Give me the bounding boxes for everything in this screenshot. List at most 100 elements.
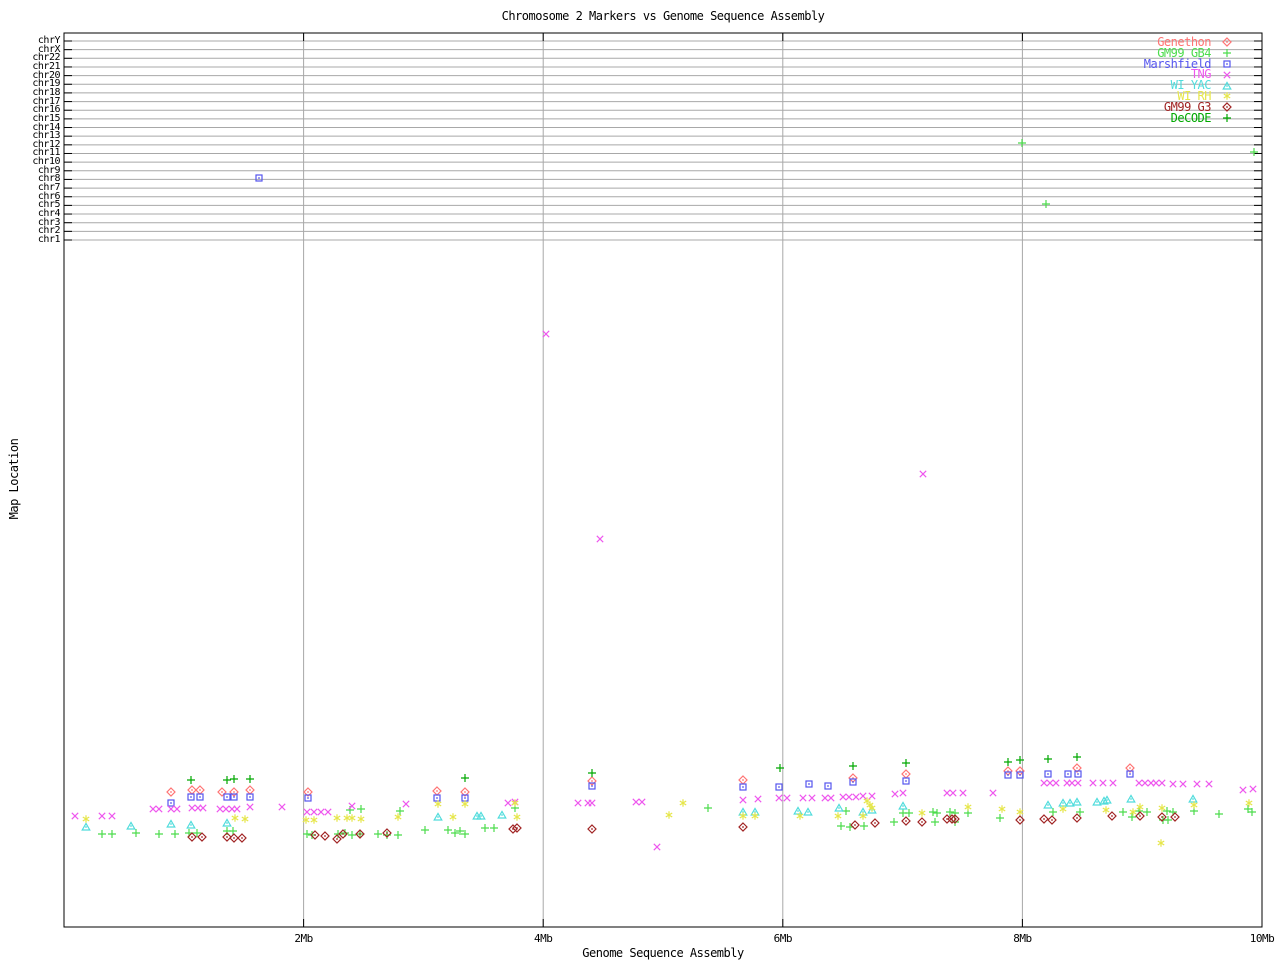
data-point-gm99_gb4 [1215,810,1223,818]
data-point-marshfield [187,793,195,801]
data-point-tng [919,470,927,478]
data-point-marshfield [1074,770,1082,778]
data-point-gm99_gb4 [132,829,140,837]
data-point-tng [852,793,860,801]
data-point-gm99_gb4 [1119,808,1127,816]
data-point-tng [891,790,899,798]
data-point-genethon [187,785,197,795]
series-tng [71,330,1257,851]
data-point-marshfield [223,793,231,801]
data-point-gm99_gb4 [1143,808,1151,816]
data-point-gm99_gb4 [1163,807,1171,815]
legend-item-marshfield: Marshfield [1144,58,1236,69]
data-point-gm99_g3 [332,834,342,844]
data-point-tng [1109,779,1117,787]
series-gm99_gb4 [98,139,1258,839]
data-point-wi_yac [186,820,196,829]
data-point-gm99_gb4 [394,831,402,839]
data-point-genethon [166,787,176,797]
data-point-tng [739,796,747,804]
data-point-tng [959,789,967,797]
data-point-wi_rh [679,799,687,807]
data-point-tng [246,803,254,811]
data-point-wi_yac [81,822,91,831]
data-point-tng [199,804,207,812]
gridlines [64,33,1263,927]
data-point-tng [783,794,791,802]
data-point-gm99_g3 [1170,812,1180,822]
data-point-gm99_gb4 [704,804,712,812]
data-point-gm99_gb4 [1042,200,1050,208]
data-point-gm99_g3 [1039,814,1049,824]
data-point-gm99_gb4 [1128,813,1136,821]
data-point-tng [949,789,957,797]
data-point-gm99_gb4 [490,824,498,832]
data-point-wi_yac [126,821,136,830]
data-point-genethon [217,787,227,797]
data-point-gm99_gb4 [348,831,356,839]
data-point-tng [317,808,325,816]
data-point-tng [845,793,853,801]
data-point-tng [71,812,79,820]
data-point-marshfield [230,793,238,801]
data-point-gm99_gb4 [929,808,937,816]
data-point-gm99_g3 [237,833,247,843]
data-point-tng [653,843,661,851]
data-point-marshfield [775,783,783,791]
data-point-wi_yac [1043,800,1053,809]
data-point-decode [1004,758,1012,766]
x-tick-label-2Mb: 2Mb [294,932,313,945]
data-point-wi_rh [918,809,926,817]
data-point-wi_yac [834,803,844,812]
data-point-marshfield [246,793,254,801]
data-point-gm99_gb4 [229,827,237,835]
plot-area-svg [63,32,1263,928]
data-point-wi_yac [1188,794,1198,803]
data-point-tng [303,808,311,816]
data-point-gm99_g3 [1047,815,1057,825]
data-point-wi_rh [348,814,356,822]
data-point-gm99_gb4 [396,807,404,815]
data-point-tng [504,799,512,807]
data-point-wi_yac [433,812,443,821]
data-point-wi_yac [1072,797,1082,806]
data-point-tng [899,789,907,797]
series-marshfield [167,174,1134,807]
data-point-genethon [901,769,911,779]
data-point-gm99_gb4 [108,830,116,838]
data-point-marshfield [824,782,832,790]
data-point-gm99_gb4 [155,830,163,838]
data-point-gm99_gb4 [481,824,489,832]
data-point-decode [1073,753,1081,761]
data-point-genethon [245,785,255,795]
data-point-decode [187,776,195,784]
data-point-gm99_g3 [320,831,330,841]
data-point-tng [775,794,783,802]
data-point-gm99_g3 [870,818,880,828]
data-point-wi_yac [1126,794,1136,803]
data-point-tng [1152,779,1160,787]
data-point-tng [149,805,157,813]
data-point-tng [754,795,762,803]
data-point-tng [943,789,951,797]
data-point-gm99_g3 [229,833,239,843]
series-decode [187,753,1081,784]
data-point-tng [278,803,286,811]
data-point-gm99_gb4 [860,822,868,830]
data-point-tng [233,805,241,813]
data-point-tng [989,789,997,797]
plot-border [63,32,1263,928]
data-point-wi_yac [1058,798,1068,807]
chart-canvas: Chromosome 2 Markers vs Genome Sequence … [0,0,1280,960]
data-point-decode [230,775,238,783]
data-point-wi_rh [1102,806,1110,814]
data-point-tng [1040,779,1048,787]
data-point-wi_rh [834,812,842,820]
data-point-gm99_gb4 [837,822,845,830]
x-tick-label-10Mb: 10Mb [1249,932,1275,945]
data-point-decode [1044,755,1052,763]
data-point-gm99_gb4 [451,829,459,837]
data-point-tng [1135,779,1143,787]
legend-item-decode: DeCODE [1144,112,1236,123]
data-point-tng [1249,785,1257,793]
